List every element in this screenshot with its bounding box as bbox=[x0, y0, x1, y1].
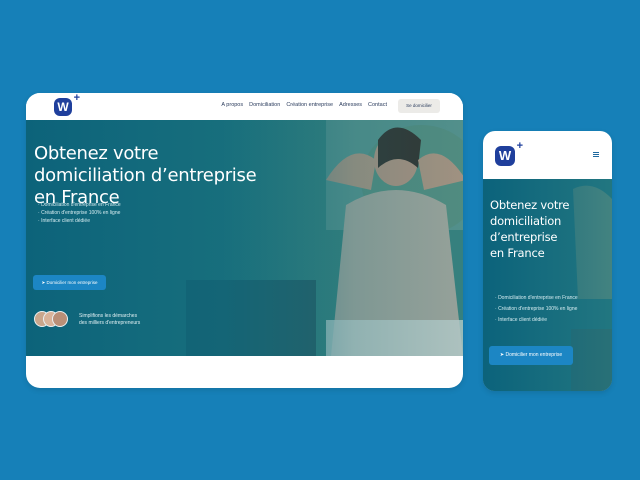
cta-label: Domicilier mon entreprise bbox=[505, 352, 563, 358]
hero-title: Obtenez votre domiciliation d’entreprise… bbox=[34, 143, 294, 209]
domicilier-mon-entreprise-button[interactable]: ➤ Domicilier mon entreprise bbox=[489, 346, 573, 365]
hero-title-line: domiciliation d’entreprise bbox=[34, 165, 257, 186]
hero-title-line: domiciliation bbox=[490, 214, 562, 228]
avatar-group bbox=[34, 311, 70, 327]
nav-link-adresses[interactable]: Adresses bbox=[339, 102, 362, 108]
social-proof-line: Simplifions les démarches bbox=[79, 313, 138, 319]
social-proof-line: des milliers d'entrepreneurs bbox=[79, 320, 141, 326]
nav-link-creation-entreprise[interactable]: Création entreprise bbox=[286, 102, 333, 108]
mobile-mockup: W + Obtenez votre domiciliation d’entrep… bbox=[483, 131, 612, 391]
feature-list: Domiciliation d'entreprise en France Cré… bbox=[495, 293, 578, 326]
feature-item: Domiciliation d'entreprise en France bbox=[38, 201, 121, 209]
nav-link-domiciliation[interactable]: Domiciliation bbox=[249, 102, 280, 108]
se-domicilier-button[interactable]: Se domicilier bbox=[398, 99, 440, 113]
feature-item: Création d'entreprise 100% en ligne bbox=[38, 209, 121, 217]
desktop-mockup: W + A propos Domiciliation Création entr… bbox=[26, 93, 463, 388]
nav-link-contact[interactable]: Contact bbox=[368, 102, 387, 108]
nav-menu: A propos Domiciliation Création entrepri… bbox=[221, 102, 387, 108]
hamburger-icon[interactable] bbox=[593, 152, 599, 157]
logo-plus: + bbox=[73, 93, 80, 104]
domicilier-mon-entreprise-button[interactable]: ➤ Domicilier mon entreprise bbox=[33, 275, 106, 290]
hero-title-line: d’entreprise bbox=[490, 230, 558, 244]
hero-title-line: Obtenez votre bbox=[34, 143, 159, 164]
logo-plus: + bbox=[516, 140, 523, 152]
social-proof: Simplifions les démarches des milliers d… bbox=[79, 313, 140, 327]
logo-letter: W bbox=[57, 100, 69, 114]
desktop-navbar: W + A propos Domiciliation Création entr… bbox=[26, 93, 463, 120]
feature-item: Interface client dédiée bbox=[495, 315, 578, 326]
feature-item: Interface client dédiée bbox=[38, 217, 121, 225]
brand-logo[interactable]: W + bbox=[495, 140, 523, 168]
avatar bbox=[52, 311, 68, 327]
feature-list: Domiciliation d'entreprise en France Cré… bbox=[38, 201, 121, 225]
nav-link-a-propos[interactable]: A propos bbox=[221, 102, 243, 108]
logo-letter: W bbox=[498, 148, 512, 163]
feature-item: Domiciliation d'entreprise en France bbox=[495, 293, 578, 304]
hero-title: Obtenez votre domiciliation d’entreprise… bbox=[490, 197, 600, 261]
feature-item: Création d'entreprise 100% en ligne bbox=[495, 304, 578, 315]
cta-label: Domicilier mon entreprise bbox=[46, 280, 98, 285]
hero-title-line: en France bbox=[490, 246, 545, 260]
hero-title-line: Obtenez votre bbox=[490, 198, 570, 212]
brand-logo[interactable]: W + bbox=[54, 93, 80, 116]
